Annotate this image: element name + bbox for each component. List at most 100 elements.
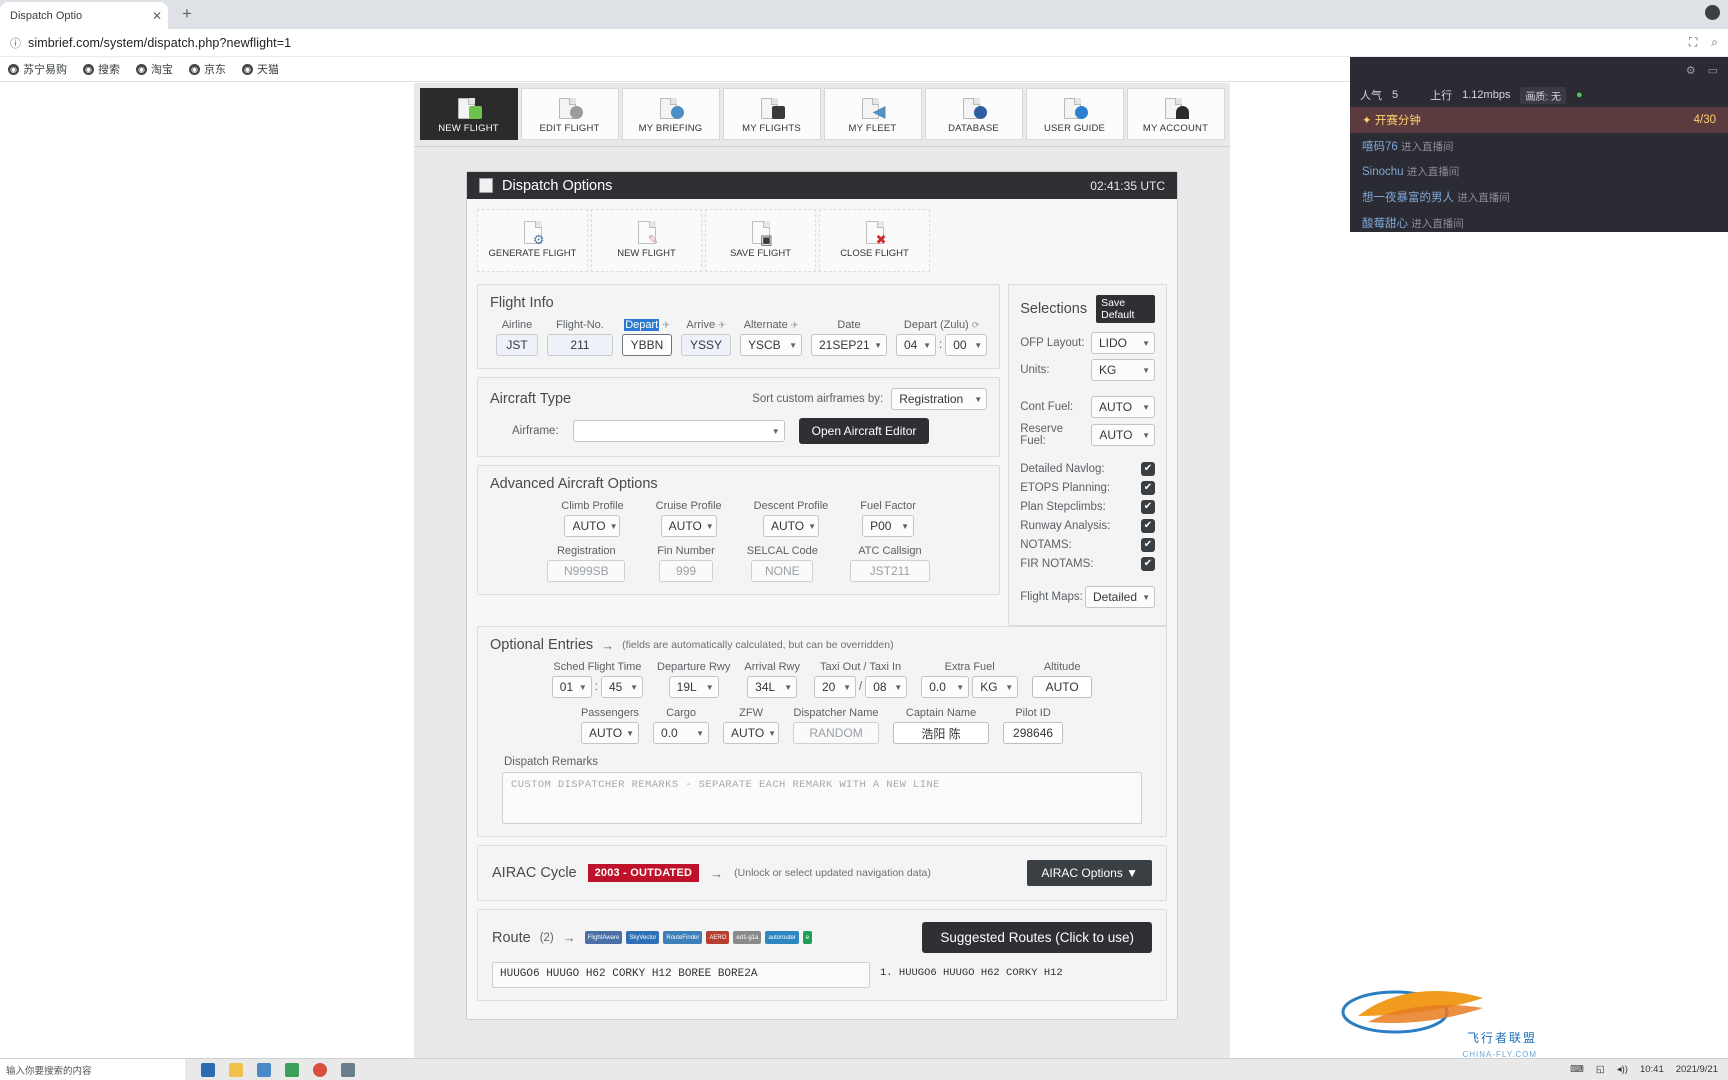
passengers-select[interactable]: AUTO ▼	[581, 722, 639, 744]
registration-input[interactable]: N999SB	[547, 560, 626, 582]
bookmark-item[interactable]: ◉ 搜索	[83, 61, 120, 77]
page-info-icon[interactable]: ⓘ	[10, 35, 21, 51]
outlook-icon[interactable]	[201, 1062, 215, 1077]
chrome-icon[interactable]	[313, 1062, 327, 1077]
close-flight-button[interactable]: ✖ CLOSE FLIGHT	[819, 209, 930, 272]
minimize-icon[interactable]: ▭	[1708, 64, 1718, 77]
save-default-button[interactable]: Save Default	[1096, 295, 1155, 323]
refresh-icon[interactable]: ⟳	[972, 320, 980, 331]
route-suggestion-item[interactable]: 1. HUUGO6 HUUGO H62 CORKY H12	[880, 962, 1152, 988]
pilot-id-input[interactable]: 298646	[1003, 722, 1064, 744]
bookmark-item[interactable]: ◉ 淘宝	[136, 61, 173, 77]
chip-aero[interactable]: AERO	[706, 931, 730, 944]
tray-network-icon[interactable]: ◱	[1596, 1064, 1605, 1075]
notams-checkbox[interactable]: ✔	[1141, 538, 1155, 552]
window-menu-icon[interactable]	[1705, 5, 1720, 20]
route-input[interactable]: HUUGO6 HUUGO H62 CORKY H12 BOREE BORE2A	[492, 962, 870, 988]
airport-icon[interactable]: ✈	[791, 320, 799, 331]
tray-volume-icon[interactable]: ◂))	[1617, 1064, 1628, 1075]
sched-hours-select[interactable]: 01 ▼	[551, 676, 592, 698]
generate-flight-button[interactable]: ⚙ GENERATE FLIGHT	[477, 209, 588, 272]
arrive-input[interactable]: YSSY	[681, 334, 731, 356]
altitude-input[interactable]: AUTO	[1032, 676, 1093, 698]
chip-ed1g1a[interactable]: ed1-g1a	[733, 931, 762, 944]
chip-autorouter[interactable]: autorouter	[765, 931, 799, 944]
file-explorer-icon[interactable]	[229, 1062, 243, 1077]
obs-icon[interactable]	[341, 1062, 355, 1077]
detailed-navlog-checkbox[interactable]: ✔	[1141, 462, 1155, 476]
taxi-out-select[interactable]: 20 ▼	[813, 676, 856, 698]
sched-minutes-select[interactable]: 45 ▼	[601, 676, 643, 698]
fir-notams-checkbox[interactable]: ✔	[1141, 557, 1155, 571]
browser-tab[interactable]: Dispatch Optio ✕	[0, 2, 168, 29]
nav-tab-my-flights[interactable]: MY FLIGHTS	[722, 88, 821, 140]
captain-name-input[interactable]: 浩阳 陈	[893, 722, 990, 744]
selcal-input[interactable]: NONE	[751, 560, 814, 582]
word-icon[interactable]	[257, 1062, 271, 1077]
arrival-rwy-select[interactable]: 34L ▼	[747, 676, 798, 698]
airframe-select[interactable]: ▼	[572, 420, 785, 442]
extra-fuel-unit-select[interactable]: KG ▼	[972, 676, 1019, 698]
nav-tab-new-flight[interactable]: NEW FLIGHT	[419, 88, 518, 140]
plan-stepclimbs-checkbox[interactable]: ✔	[1141, 500, 1155, 514]
tray-keyboard-icon[interactable]: ⌨	[1570, 1064, 1584, 1075]
new-flight-button[interactable]: ✎ NEW FLIGHT	[591, 209, 702, 272]
ofp-layout-select[interactable]: LIDO ▼	[1091, 332, 1155, 354]
date-select[interactable]: 21SEP21 ▼	[811, 334, 887, 356]
address-bar[interactable]: ⓘ simbrief.com/system/dispatch.php?newfl…	[0, 29, 1728, 57]
nav-tab-database[interactable]: DATABASE	[924, 88, 1023, 140]
climb-profile-select[interactable]: AUTO ▼	[564, 515, 621, 537]
tray-clock-date[interactable]: 2021/9/21	[1676, 1064, 1718, 1075]
cont-fuel-select[interactable]: AUTO ▼	[1091, 396, 1155, 418]
new-tab-button[interactable]: +	[176, 4, 198, 24]
airline-input[interactable]: JST	[496, 334, 538, 356]
fin-number-input[interactable]: 999	[659, 560, 714, 582]
taxi-in-select[interactable]: 08 ▼	[865, 676, 908, 698]
bookmark-item[interactable]: ◉ 天猫	[242, 61, 279, 77]
flight-no-input[interactable]: 211	[547, 334, 613, 356]
tray-clock-time[interactable]: 10:41	[1640, 1064, 1664, 1075]
flight-maps-select[interactable]: Detailed ▼	[1085, 586, 1155, 608]
taskbar-search-input[interactable]: 输入你要搜索的内容	[0, 1059, 185, 1080]
reserve-fuel-select[interactable]: AUTO ▼	[1091, 424, 1155, 446]
airport-icon[interactable]: ✈	[718, 320, 726, 331]
chat-user[interactable]: 想一夜暴富的男人	[1362, 192, 1454, 204]
depart-hour-select[interactable]: 04 ▼	[896, 334, 936, 356]
airport-icon[interactable]: ✈	[662, 320, 670, 331]
chat-user[interactable]: 酸莓甜心	[1362, 218, 1408, 230]
nav-tab-edit-flight[interactable]: EDIT FLIGHT	[520, 88, 619, 140]
chat-user[interactable]: 嘻码76	[1362, 141, 1398, 153]
atc-callsign-input[interactable]: JST211	[849, 560, 930, 582]
nav-tab-my-fleet[interactable]: MY FLEET	[823, 88, 922, 140]
departure-rwy-select[interactable]: 19L ▼	[668, 676, 719, 698]
dispatch-remarks-textarea[interactable]: CUSTOM DISPATCHER REMARKS - SEPARATE EAC…	[502, 772, 1142, 824]
suggested-routes-button[interactable]: Suggested Routes (Click to use)	[922, 922, 1152, 953]
units-select[interactable]: KG ▼	[1091, 359, 1155, 381]
translate-icon[interactable]: ⛶	[1689, 35, 1697, 50]
dispatcher-name-input[interactable]: RANDOM	[793, 722, 880, 744]
fuel-factor-select[interactable]: P00 ▼	[862, 515, 915, 537]
nav-tab-my-briefing[interactable]: MY BRIEFING	[621, 88, 720, 140]
quality-badge[interactable]: 画质: 无	[1520, 86, 1566, 104]
nav-tab-my-account[interactable]: MY ACCOUNT	[1126, 88, 1225, 140]
search-icon[interactable]: ⌕	[1711, 35, 1718, 50]
excel-icon[interactable]	[285, 1062, 299, 1077]
runway-analysis-checkbox[interactable]: ✔	[1141, 519, 1155, 533]
extra-fuel-select[interactable]: 0.0 ▼	[921, 676, 970, 698]
chip-e[interactable]: e	[802, 931, 813, 944]
bookmark-item[interactable]: ◉ 京东	[189, 61, 226, 77]
chip-skyvector[interactable]: SkyVector	[626, 931, 660, 944]
open-aircraft-editor-button[interactable]: Open Aircraft Editor	[798, 418, 930, 444]
save-flight-button[interactable]: ▣ SAVE FLIGHT	[705, 209, 816, 272]
nav-tab-user-guide[interactable]: USER GUIDE	[1025, 88, 1124, 140]
etops-planning-checkbox[interactable]: ✔	[1141, 481, 1155, 495]
sort-airframes-select[interactable]: Registration ▼	[891, 388, 988, 410]
close-icon[interactable]: ✕	[152, 10, 162, 22]
settings-icon[interactable]: ⚙	[1686, 64, 1696, 77]
chat-user[interactable]: Sinochu	[1362, 166, 1404, 178]
descent-profile-select[interactable]: AUTO ▼	[762, 515, 819, 537]
overlay-gift-banner[interactable]: ✦ 开赛分钟 4/30	[1350, 107, 1728, 133]
zfw-select[interactable]: AUTO ▼	[723, 722, 780, 744]
depart-minute-select[interactable]: 00 ▼	[945, 334, 988, 356]
cargo-select[interactable]: 0.0 ▼	[653, 722, 710, 744]
